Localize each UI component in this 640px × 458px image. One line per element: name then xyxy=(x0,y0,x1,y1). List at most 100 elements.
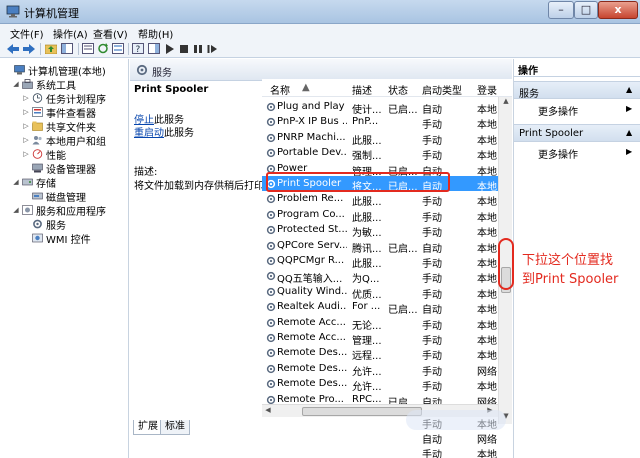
back-arrow-icon[interactable] xyxy=(6,42,20,55)
service-row[interactable]: PnP-X IP Bus ... PnP... 手动 本地 xyxy=(262,114,498,131)
tree-item-system-tools[interactable]: ◢ 系统工具 xyxy=(12,77,76,92)
expand-arrow-icon[interactable]: ▷ xyxy=(22,136,30,144)
collapse-icon[interactable]: ▲ xyxy=(626,85,632,94)
tree-item-shared-folders[interactable]: ▷ 共享文件夹 xyxy=(22,119,96,134)
stop-icon[interactable] xyxy=(177,42,191,55)
service-gear-icon xyxy=(266,102,276,112)
menu-file[interactable]: 文件(F) xyxy=(10,26,44,41)
service-gear-icon xyxy=(266,210,276,219)
show-hide-pane-icon[interactable] xyxy=(147,42,161,55)
actions-section-print-spooler[interactable]: Print Spooler ▲ xyxy=(514,124,640,142)
refresh-icon[interactable] xyxy=(96,42,110,55)
service-row[interactable]: 手动 本地 xyxy=(262,444,498,458)
pause-icon[interactable] xyxy=(191,42,205,55)
service-row[interactable]: Remote Des... 允许... 手动 网络 xyxy=(262,361,498,378)
tree-item-performance[interactable]: ▷ 性能 xyxy=(22,147,66,162)
service-name: Quality Wind... xyxy=(277,285,347,297)
tree-item-services[interactable]: 服务 xyxy=(22,217,66,232)
service-row[interactable]: Plug and Play 使计... 已启... 自动 本地 xyxy=(262,99,498,116)
tree-item-local-users-groups[interactable]: ▷ 本地用户和组 xyxy=(22,133,106,148)
tree-item-label: 设备管理器 xyxy=(46,164,96,176)
column-header-status[interactable]: 状态 xyxy=(388,82,408,97)
collapse-icon[interactable]: ▲ xyxy=(626,128,632,137)
scroll-up-icon[interactable]: ▲ xyxy=(499,97,512,109)
minimize-button[interactable]: – xyxy=(548,1,574,19)
highlight-print-spooler-box xyxy=(266,172,450,192)
menu-bar: 文件(F) 操作(A) 查看(V) 帮助(H) xyxy=(0,24,640,41)
menu-action[interactable]: 操作(A) xyxy=(53,26,88,41)
service-row[interactable]: Quality Wind... 优质... 手动 本地 xyxy=(262,284,498,301)
menu-view[interactable]: 查看(V) xyxy=(93,26,128,41)
service-row[interactable]: QQPCMgr R... 此服... 手动 本地 xyxy=(262,253,498,270)
service-description: RPC... xyxy=(352,393,382,405)
service-name: Remote Des... xyxy=(277,362,347,374)
service-row[interactable]: 自动 网络 xyxy=(262,429,498,446)
service-name: Program Co... xyxy=(277,208,345,220)
service-row[interactable]: QQ五笔输入... 为Q... 手动 本地 xyxy=(262,268,498,285)
actions-section-services[interactable]: 服务 ▲ xyxy=(514,81,640,100)
restart-icon[interactable] xyxy=(205,42,219,55)
tree-item-computer-management[interactable]: 计算机管理(本地) xyxy=(4,63,106,78)
service-name: Remote Des... xyxy=(277,378,347,390)
tree-item-wmi-control[interactable]: WMI 控件 xyxy=(22,231,91,246)
restart-service-link[interactable]: 重启动 xyxy=(134,124,164,139)
service-row[interactable]: Remote Des... 允许... 手动 本地 xyxy=(262,376,498,393)
tree-item-event-viewer[interactable]: ▷ 事件查看器 xyxy=(22,105,96,120)
tree-item-label: 性能 xyxy=(46,150,66,162)
service-name: Realtek Audi... xyxy=(277,301,347,313)
forward-arrow-icon[interactable] xyxy=(22,42,36,55)
clock-icon xyxy=(32,93,43,103)
collapse-arrow-icon[interactable]: ◢ xyxy=(12,178,20,186)
restart-service-suffix: 此服务 xyxy=(164,128,194,139)
service-description: PnP... xyxy=(352,116,379,128)
close-button[interactable]: x xyxy=(598,1,638,19)
service-row[interactable]: Problem Re... 此服... 手动 本地 xyxy=(262,191,498,208)
maximize-button[interactable]: □ xyxy=(574,1,598,19)
service-row[interactable]: QPCore Serv... 腾讯... 已启... 自动 本地 xyxy=(262,238,498,255)
tree-item-label: 系统工具 xyxy=(36,80,76,92)
expand-arrow-icon[interactable]: ▷ xyxy=(22,122,30,130)
service-row[interactable]: Portable Dev... 强制... 手动 本地 xyxy=(262,145,498,162)
properties-icon[interactable] xyxy=(81,42,95,55)
tree-item-storage[interactable]: ◢ 存储 xyxy=(12,175,56,190)
service-row[interactable]: Protected St... 为敏... 手动 本地 xyxy=(262,222,498,239)
service-row[interactable]: Remote Des... 远程... 手动 本地 xyxy=(262,345,498,362)
column-header-name[interactable]: 名称 xyxy=(270,82,290,97)
tree-item-label: 服务 xyxy=(46,220,66,232)
console-tree-icon[interactable] xyxy=(60,42,74,55)
collapse-arrow-icon[interactable]: ◢ xyxy=(12,80,20,88)
export-list-icon[interactable] xyxy=(111,42,125,55)
service-name: Problem Re... xyxy=(277,193,344,205)
service-gear-icon xyxy=(266,118,276,127)
tree-item-label: 共享文件夹 xyxy=(46,122,96,134)
play-icon[interactable] xyxy=(163,42,177,55)
column-header-logon[interactable]: 登录 xyxy=(477,82,497,97)
tab-standard[interactable]: 标准 xyxy=(160,420,190,435)
column-header-startup-type[interactable]: 启动类型 xyxy=(422,82,462,97)
tree-item-disk-management[interactable]: 磁盘管理 xyxy=(22,189,86,204)
service-row[interactable]: Remote Acc... 无论... 手动 本地 xyxy=(262,315,498,332)
service-row[interactable]: PNRP Machi... 此服... 手动 本地 xyxy=(262,130,498,147)
menu-help[interactable]: 帮助(H) xyxy=(138,26,173,41)
more-actions-print-spooler[interactable]: 更多操作 xyxy=(538,146,578,161)
service-row[interactable]: Realtek Audi... For ... 已启... 自动 本地 xyxy=(262,299,498,316)
tree-item-services-applications[interactable]: ◢ 服务和应用程序 xyxy=(12,203,106,218)
service-row[interactable]: Program Co... 此服... 手动 本地 xyxy=(262,207,498,224)
expand-arrow-icon[interactable]: ▷ xyxy=(22,108,30,116)
up-folder-icon[interactable] xyxy=(44,42,58,55)
toolbar-separator xyxy=(78,43,79,55)
help-icon[interactable]: ? xyxy=(131,42,145,55)
tree-item-device-manager[interactable]: 设备管理器 xyxy=(22,161,96,176)
more-actions-services[interactable]: 更多操作 xyxy=(538,103,578,118)
expand-arrow-icon[interactable]: ▷ xyxy=(22,150,30,158)
collapse-arrow-icon[interactable]: ◢ xyxy=(12,206,20,214)
tab-extended[interactable]: 扩展 xyxy=(133,420,163,435)
submenu-arrow-icon: ▶ xyxy=(626,147,633,156)
service-row[interactable]: Remote Acc... 管理... 手动 本地 xyxy=(262,330,498,347)
service-name: PNRP Machi... xyxy=(277,131,346,143)
submenu-arrow-icon: ▶ xyxy=(626,104,633,113)
expand-arrow-icon[interactable]: ▷ xyxy=(22,94,30,102)
tree-item-label: 计算机管理(本地) xyxy=(28,66,106,78)
tree-item-task-scheduler[interactable]: ▷ 任务计划程序 xyxy=(22,91,106,106)
column-header-description[interactable]: 描述 xyxy=(352,82,372,97)
